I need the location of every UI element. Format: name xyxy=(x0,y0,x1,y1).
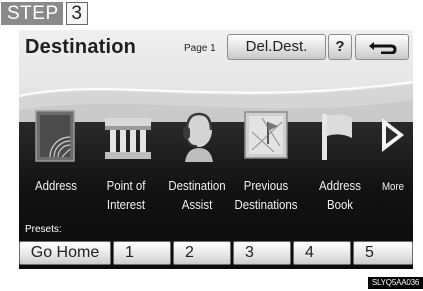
preset-button-2[interactable]: 2 xyxy=(173,241,231,265)
operator-headset-icon xyxy=(183,112,213,162)
menu-label-line1: More xyxy=(381,181,405,193)
preset-button-1[interactable]: 1 xyxy=(113,241,171,265)
help-button[interactable]: ? xyxy=(328,34,352,60)
triangle-right-icon xyxy=(382,118,404,152)
preset-button-5[interactable]: 5 xyxy=(353,241,413,265)
menu-label-line1: Address xyxy=(35,178,77,193)
menu-label-address-book: Address Book xyxy=(309,176,371,214)
menu-label-previous-destinations: Previous Destinations xyxy=(227,176,304,214)
preset-button-4[interactable]: 4 xyxy=(293,241,351,265)
back-button[interactable] xyxy=(355,34,409,60)
menu-label-point-of-interest: Point of Interest xyxy=(95,176,157,214)
menu-label-destination-assist: Destination Assist xyxy=(160,176,234,214)
flag-on-map-icon xyxy=(244,111,288,159)
menu-label-line2: Destinations xyxy=(234,197,298,212)
delete-destinations-button[interactable]: Del.Dest. xyxy=(227,34,326,60)
menu-address-book[interactable] xyxy=(318,110,358,167)
step-number: 3 xyxy=(65,2,88,25)
step-word: STEP xyxy=(1,2,63,25)
address-map-icon xyxy=(35,110,75,162)
preset-button-3[interactable]: 3 xyxy=(233,241,291,265)
go-home-button[interactable]: Go Home xyxy=(19,241,111,265)
menu-label-line1: Address xyxy=(319,178,361,193)
presets-bar: Go Home 1 2 3 4 5 xyxy=(19,241,413,265)
menu-previous-destinations[interactable] xyxy=(244,110,290,167)
image-code: SLYQ5AA036 xyxy=(368,277,423,289)
page-title: Destination xyxy=(25,36,137,58)
presets-label: Presets: xyxy=(25,224,62,235)
menu-label-line1: Point of xyxy=(106,178,146,193)
menu-more[interactable] xyxy=(378,110,410,167)
return-arrow-icon xyxy=(369,42,397,55)
building-columns-icon xyxy=(105,118,151,159)
menu-label-line1: Destination xyxy=(168,178,226,193)
menu-label-more: More xyxy=(375,178,410,197)
menu-label-address: Address xyxy=(25,176,87,195)
menu-address[interactable] xyxy=(35,110,85,167)
navigation-screen: Destination Page 1 Del.Dest. ? Address P… xyxy=(19,30,413,269)
step-tag: STEP 3 xyxy=(1,2,88,25)
flag-icon xyxy=(322,114,352,160)
menu-label-line2: Book xyxy=(326,197,354,212)
page-indicator: Page 1 xyxy=(184,43,216,54)
menu-point-of-interest[interactable] xyxy=(103,110,155,167)
menu-label-line1: Previous xyxy=(243,178,289,193)
menu-label-line2: Assist xyxy=(181,197,213,212)
menu-label-line2: Interest xyxy=(106,197,146,212)
menu-destination-assist[interactable] xyxy=(177,110,221,167)
